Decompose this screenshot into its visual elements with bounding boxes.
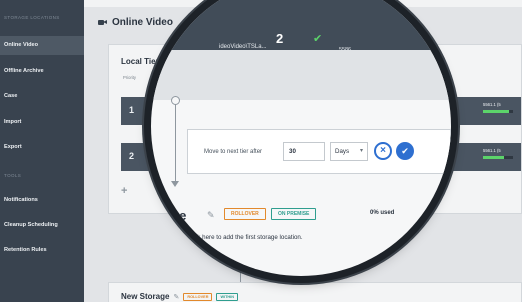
- cancel-x-icon[interactable]: ×: [374, 142, 392, 160]
- sidebar-section-tools: TOOLS: [4, 173, 22, 178]
- new-storage-card: New Storage ✎ ROLLOVER WITHIN: [108, 282, 522, 302]
- edit-pencil-icon[interactable]: ✎: [207, 210, 215, 221]
- magnified-row-gap: [151, 50, 451, 100]
- new-storage-title: New Storage: [121, 292, 170, 301]
- new-storage-header: New Storage ✎ ROLLOVER WITHIN: [121, 292, 238, 301]
- unit-select[interactable]: Days ▾: [330, 142, 368, 161]
- row-usage-text: 5561.1 (5: [483, 102, 501, 107]
- column-header-priority: Priority: [123, 75, 137, 80]
- flow-connector-dot: [171, 96, 180, 105]
- magnified-tier-row: ideoVideo\TSLa... 2 ✔ 5586...: [151, 0, 451, 53]
- magnified-view: ideoVideo\TSLa... 2 ✔ 5586... Move to ne…: [151, 0, 451, 276]
- usage-bar: [483, 156, 513, 159]
- rollover-badge: ROLLOVER: [224, 208, 266, 220]
- video-camera-icon: [98, 19, 107, 26]
- sidebar-item-export[interactable]: Export: [0, 138, 84, 157]
- usage-bar-fill: [483, 110, 509, 113]
- add-storage-location-link[interactable]: Click here to add the first storage loca…: [187, 234, 303, 241]
- sidebar-item-notifications[interactable]: Notifications: [0, 191, 84, 210]
- rollover-badge: ROLLOVER: [183, 292, 213, 301]
- app-root: STORAGE LOCATIONS Online Video Offline A…: [0, 0, 522, 302]
- days-input[interactable]: 30: [283, 142, 325, 161]
- edit-pencil-icon[interactable]: ✎: [173, 293, 179, 301]
- unit-select-value: Days: [335, 148, 350, 155]
- row-priority: 1: [129, 105, 135, 115]
- magnified-row-priority: 2: [276, 31, 284, 46]
- magnifier-lens: ideoVideo\TSLa... 2 ✔ 5586... Move to ne…: [151, 0, 451, 276]
- move-to-next-tier-label: Move to next tier after: [204, 149, 263, 155]
- add-tier-plus-icon[interactable]: +: [121, 185, 127, 197]
- sidebar-item-cleanup-scheduling[interactable]: Cleanup Scheduling: [0, 216, 84, 235]
- row-priority: 2: [129, 151, 135, 161]
- enabled-check-icon: ✔: [313, 33, 323, 45]
- usage-bar: [483, 110, 513, 113]
- flow-arrow-down-icon: [171, 181, 179, 187]
- sidebar-item-offline-archive[interactable]: Offline Archive: [0, 62, 84, 81]
- on-premise-badge: ON PREMISE: [271, 208, 317, 220]
- storage-used-text: 0% used: [370, 210, 395, 216]
- sidebar-item-retention-rules[interactable]: Retention Rules: [0, 241, 84, 260]
- sidebar-item-online-video[interactable]: Online Video: [0, 36, 84, 55]
- sidebar-section-storage-locations: STORAGE LOCATIONS: [4, 15, 60, 20]
- row-usage-text: 5561.1 (5: [483, 148, 501, 153]
- confirm-check-icon[interactable]: ✔: [396, 142, 414, 160]
- sidebar-item-case[interactable]: Case: [0, 87, 84, 106]
- sidebar: STORAGE LOCATIONS Online Video Offline A…: [0, 0, 84, 302]
- flow-connector-line: [175, 100, 176, 182]
- usage-bar-fill: [483, 156, 504, 159]
- sidebar-item-import[interactable]: Import: [0, 113, 84, 132]
- chevron-down-icon: ▾: [359, 148, 363, 154]
- storage-title: orage: [151, 208, 187, 223]
- move-tier-panel: Move to next tier after 30 Days ▾ × ✔: [187, 129, 451, 174]
- within-badge: WITHIN: [216, 292, 238, 301]
